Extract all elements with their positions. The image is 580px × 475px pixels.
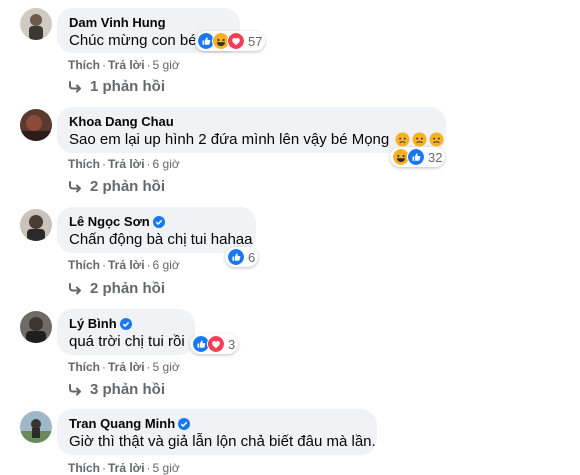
avatar[interactable]	[20, 209, 52, 241]
comment-actions: Thích · Trả lời · 6 giờ	[68, 258, 180, 272]
reply-arrow-icon	[69, 383, 81, 395]
like-link[interactable]: Thích	[68, 258, 100, 272]
commenter-name[interactable]: Tran Quang Minh	[69, 415, 365, 432]
comment-actions: Thích · Trả lời · 5 giờ	[68, 461, 180, 475]
timestamp[interactable]: 5 giờ	[153, 58, 180, 72]
reaction-count: 32	[428, 149, 443, 165]
reaction-summary[interactable]: 6	[225, 247, 259, 267]
comment-text: Chấn động bà chị tui hahaa	[69, 231, 253, 248]
view-replies-button[interactable]: 3 phản hồi	[68, 381, 165, 398]
comment-actions: Thích · Trả lời · 6 giờ	[68, 157, 180, 171]
reaction-summary[interactable]: 3	[190, 334, 239, 354]
view-replies-button[interactable]: 2 phản hồi	[68, 178, 165, 195]
replies-label: 2 phản hồi	[90, 178, 165, 195]
comment-text: quá trời chị tui rồi	[69, 333, 185, 350]
timestamp[interactable]: 6 giờ	[153, 258, 180, 272]
avatar[interactable]	[20, 311, 52, 343]
commenter-name-text: Lê Ngọc Sơn	[69, 214, 150, 229]
view-replies-button[interactable]: 2 phản hồi	[68, 280, 165, 297]
sad-emoji	[429, 132, 444, 147]
reaction-summary[interactable]: 32	[390, 147, 446, 167]
verified-badge-icon	[119, 318, 132, 330]
comment-text-content: Sao em lại up hình 2 đứa mình lên vậy bé…	[69, 131, 390, 148]
verified-badge-icon	[152, 216, 165, 228]
reply-link[interactable]: Trả lời	[108, 258, 145, 272]
commenter-name[interactable]: Khoa Dang Chau	[69, 113, 434, 130]
timestamp[interactable]: 5 giờ	[153, 360, 180, 374]
view-replies-button[interactable]: 1 phản hồi	[68, 78, 165, 95]
like-link[interactable]: Thích	[68, 58, 100, 72]
reply-arrow-icon	[69, 282, 81, 294]
reply-arrow-icon	[69, 80, 81, 92]
reply-link[interactable]: Trả lời	[108, 58, 145, 72]
love-icon	[207, 335, 225, 353]
comment-actions: Thích · Trả lời · 5 giờ	[68, 58, 180, 72]
avatar[interactable]	[20, 411, 52, 443]
commenter-name-text: Lý Bình	[69, 316, 117, 331]
comment-text: Sao em lại up hình 2 đứa mình lên vậy bé…	[69, 130, 444, 150]
comment-actions: Thích · Trả lời · 5 giờ	[68, 360, 180, 374]
comment-text: Giờ thì thật và giả lẫn lộn chả biết đâu…	[69, 433, 376, 450]
replies-label: 3 phản hồi	[90, 381, 165, 398]
love-icon	[227, 32, 245, 50]
sad-emoji	[395, 132, 410, 147]
reply-link[interactable]: Trả lời	[108, 360, 145, 374]
commenter-name-text: Tran Quang Minh	[69, 416, 176, 431]
sad-emoji	[412, 132, 427, 147]
like-icon	[407, 148, 425, 166]
comment-bubble: Tran Quang Minh Giờ thì thật và giả lẫn …	[57, 409, 377, 455]
timestamp[interactable]: 6 giờ	[153, 157, 180, 171]
avatar[interactable]	[20, 8, 52, 40]
reply-arrow-icon	[69, 180, 81, 192]
comment-bubble: Khoa Dang Chau Sao em lại up hình 2 đứa …	[57, 107, 446, 153]
comment-bubble: Lê Ngọc Sơn Chấn động bà chị tui hahaa	[57, 207, 256, 253]
like-icon	[227, 248, 245, 266]
like-link[interactable]: Thích	[68, 157, 100, 171]
reaction-count: 6	[248, 249, 256, 265]
comment-bubble: Lý Bình quá trời chị tui rồi	[57, 309, 195, 355]
replies-label: 1 phản hồi	[90, 78, 165, 95]
commenter-name[interactable]: Lê Ngọc Sơn	[69, 213, 244, 230]
verified-badge-icon	[178, 418, 191, 430]
like-link[interactable]: Thích	[68, 461, 100, 475]
avatar[interactable]	[20, 109, 52, 141]
reaction-count: 3	[228, 336, 236, 352]
commenter-name[interactable]: Lý Bình	[69, 315, 183, 332]
timestamp[interactable]: 5 giờ	[153, 461, 180, 475]
reply-link[interactable]: Trả lời	[108, 461, 145, 475]
commenter-name[interactable]: Dam Vinh Hung	[69, 14, 228, 31]
replies-label: 2 phản hồi	[90, 280, 165, 297]
reaction-count: 57	[248, 33, 263, 49]
reply-link[interactable]: Trả lời	[108, 157, 145, 171]
reaction-summary[interactable]: 57	[195, 31, 266, 51]
like-link[interactable]: Thích	[68, 360, 100, 374]
